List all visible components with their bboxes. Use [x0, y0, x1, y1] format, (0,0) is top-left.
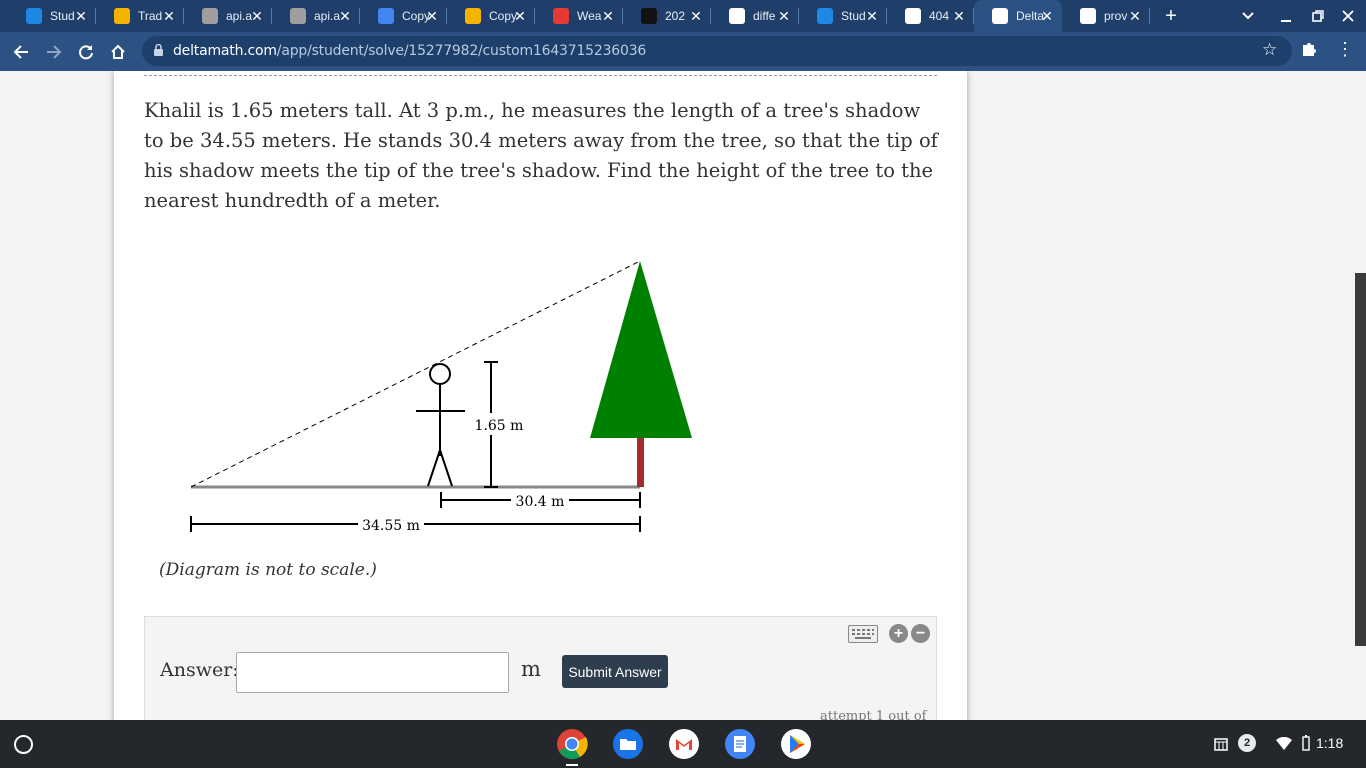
page-viewport: Khalil is 1.65 meters tall. At 3 p.m., h… [0, 71, 1366, 720]
submit-answer-button[interactable]: Submit Answer [562, 655, 668, 688]
close-tab-icon[interactable]: ✕ [336, 7, 354, 25]
page-scrollbar[interactable] [1355, 273, 1366, 646]
shadow-length-label: 34.55 m [362, 518, 420, 534]
lock-icon [154, 44, 163, 56]
new-tab-button[interactable]: + [1160, 5, 1182, 27]
google-icon [1080, 8, 1096, 24]
gmail-icon[interactable] [668, 728, 700, 760]
browser-tab[interactable]: Copy ✕ [447, 0, 535, 32]
height-label: 1.65 m [475, 418, 524, 434]
minimize-button[interactable] [1276, 6, 1296, 26]
close-tab-icon[interactable]: ✕ [248, 7, 266, 25]
e-logo-icon [641, 8, 657, 24]
reload-button[interactable] [73, 39, 99, 65]
keyboard-icon[interactable] [848, 625, 878, 643]
browser-tab[interactable]: 202 ✕ [623, 0, 711, 32]
notification-badge: 2 [1238, 734, 1256, 752]
close-tab-icon[interactable]: ✕ [511, 7, 529, 25]
chrome-icon[interactable] [556, 728, 588, 760]
zoom-out-icon[interactable]: − [911, 624, 930, 643]
wifi-icon [1276, 737, 1292, 750]
browser-toolbar: deltamath.com/app/student/solve/15277982… [0, 32, 1366, 71]
browser-tab[interactable]: 404 ✕ [887, 0, 974, 32]
tree-foliage [590, 261, 692, 438]
tab-strip: Stud ✕ Trad ✕ api.a ✕ api.a ✕ Copy ✕ Copy ✕ Wea ✕ 202 ✕… [0, 0, 1366, 32]
document-icon [26, 8, 42, 24]
close-window-button[interactable] [1338, 6, 1358, 26]
close-tab-icon[interactable]: ✕ [1038, 7, 1056, 25]
globe-icon [202, 8, 218, 24]
docs-icon [378, 8, 394, 24]
globe-icon [905, 8, 921, 24]
graduation-cap-icon [992, 8, 1008, 24]
close-tab-icon[interactable]: ✕ [687, 7, 705, 25]
files-icon[interactable] [612, 728, 644, 760]
os-shelf: 2 1:18 [0, 720, 1366, 768]
browser-tab[interactable]: Delta ✕ [974, 0, 1062, 32]
zoom-in-icon[interactable]: + [889, 624, 908, 643]
forward-button[interactable] [41, 39, 67, 65]
browser-tab[interactable]: Stud ✕ [799, 0, 887, 32]
diagram-note: (Diagram is not to scale.) [159, 560, 377, 580]
address-bar[interactable]: deltamath.com/app/student/solve/15277982… [142, 36, 1292, 66]
browser-tab[interactable]: Trad ✕ [96, 0, 184, 32]
close-tab-icon[interactable]: ✕ [72, 7, 90, 25]
slides-icon [114, 8, 130, 24]
back-button[interactable] [8, 39, 34, 65]
globe-icon [290, 8, 306, 24]
shadow-diagram: 1.65 m 30.4 m 34.55 m [190, 260, 692, 535]
browser-tab[interactable]: api.a ✕ [272, 0, 360, 32]
answer-label: Answer: [160, 659, 239, 681]
status-tray[interactable]: 2 1:18 [1208, 730, 1360, 758]
close-tab-icon[interactable]: ✕ [160, 7, 178, 25]
calendar-icon [1214, 738, 1228, 751]
bookmark-star-icon[interactable]: ☆ [1262, 40, 1277, 60]
sun-ray-dashed-line [190, 260, 641, 488]
active-app-indicator [566, 764, 578, 766]
attempt-counter: attempt 1 out of 2 [820, 709, 927, 720]
problem-card: Khalil is 1.65 meters tall. At 3 p.m., h… [114, 71, 967, 720]
google-icon [729, 8, 745, 24]
launcher-button[interactable] [14, 735, 33, 754]
answer-input[interactable] [236, 652, 509, 693]
browser-tab[interactable]: api.a ✕ [184, 0, 272, 32]
answer-unit: m [521, 657, 541, 681]
browser-menu-icon[interactable]: ⋮ [1336, 39, 1354, 60]
close-tab-icon[interactable]: ✕ [423, 7, 441, 25]
tree-trunk [637, 437, 644, 487]
dashed-divider [144, 75, 937, 76]
close-tab-icon[interactable]: ✕ [950, 7, 968, 25]
url-path: /app/student/solve/15277982/custom164371… [276, 43, 647, 59]
answer-panel: + − Answer: m Submit Answer attempt 1 ou… [144, 616, 937, 720]
problem-text: Khalil is 1.65 meters tall. At 3 p.m., h… [144, 99, 938, 212]
play-store-icon[interactable] [780, 728, 812, 760]
tab-separator [1149, 8, 1150, 24]
slides-icon [465, 8, 481, 24]
browser-tab[interactable]: prov ✕ [1062, 0, 1150, 32]
browser-tab[interactable]: Stud ✕ [8, 0, 96, 32]
battery-icon [1302, 735, 1310, 751]
browser-tab[interactable]: diffe ✕ [711, 0, 799, 32]
close-tab-icon[interactable]: ✕ [775, 7, 793, 25]
close-tab-icon[interactable]: ✕ [1126, 7, 1144, 25]
close-tab-icon[interactable]: ✕ [863, 7, 881, 25]
tab-search-icon[interactable] [1238, 6, 1258, 26]
browser-tab[interactable]: Wea ✕ [535, 0, 623, 32]
url-host: deltamath.com [173, 43, 277, 59]
extensions-puzzle-icon[interactable] [1300, 40, 1318, 63]
person-stick-figure [416, 363, 465, 487]
docs-icon[interactable] [724, 728, 756, 760]
home-button[interactable] [105, 39, 131, 65]
close-tab-icon[interactable]: ✕ [599, 7, 617, 25]
clock-time: 1:18 [1316, 735, 1344, 751]
document-icon [817, 8, 833, 24]
restore-button[interactable] [1308, 6, 1328, 26]
browser-tab[interactable]: Copy ✕ [360, 0, 447, 32]
url-text: deltamath.com/app/student/solve/15277982… [173, 43, 646, 59]
distance-label: 30.4 m [516, 494, 565, 510]
h-logo-icon [553, 8, 569, 24]
